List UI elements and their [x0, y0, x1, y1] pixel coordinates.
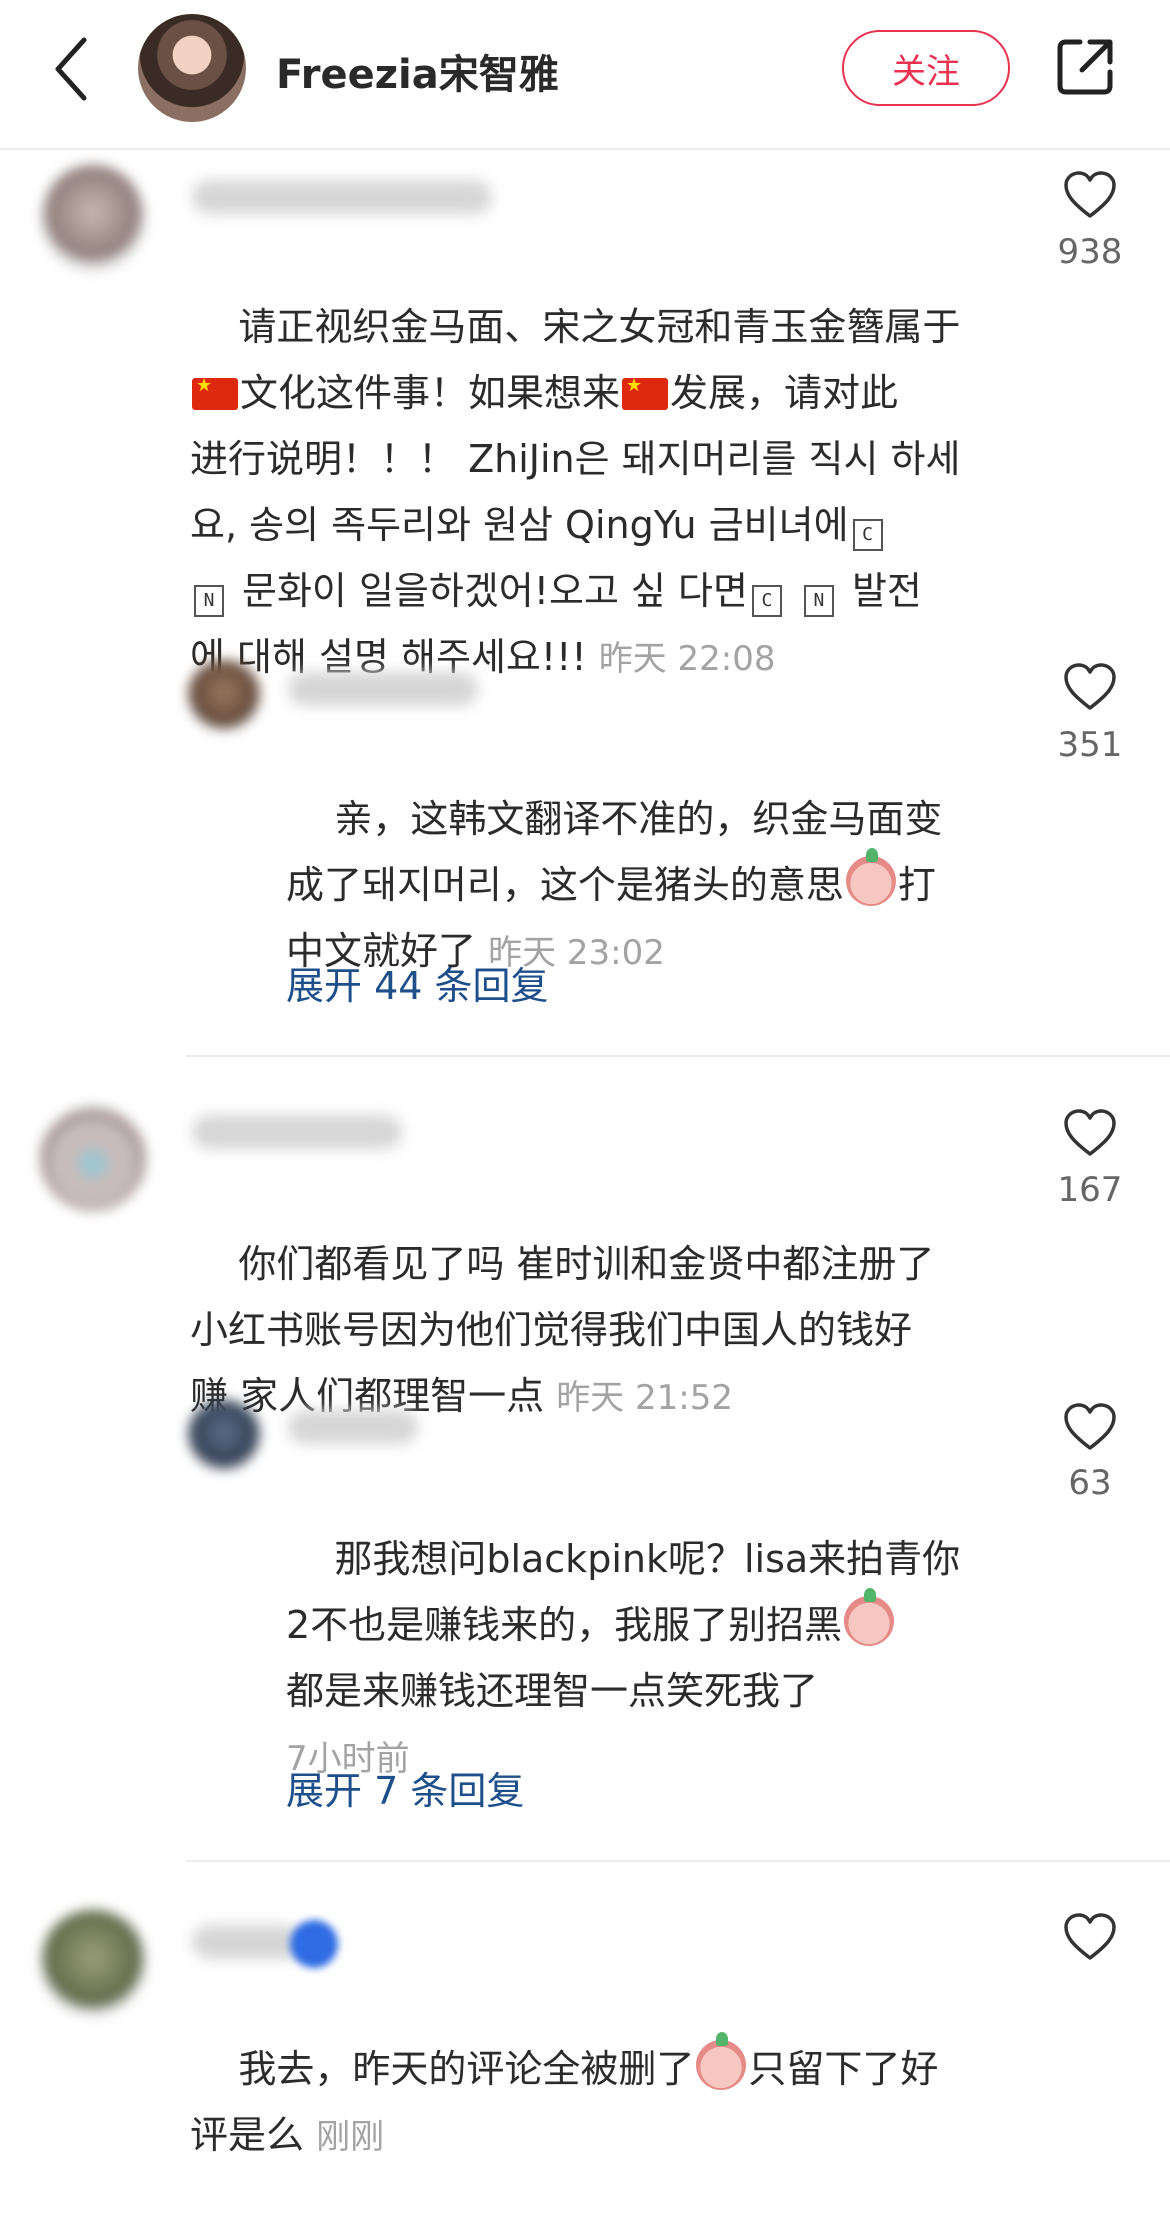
comment-time: 昨天 22:08	[598, 639, 776, 679]
comment-line: 请正视织金马面、宋之女冠和青玉金簪属于	[238, 305, 961, 349]
box-c-glyph-icon: C	[751, 585, 782, 617]
peach-emoji-icon	[696, 2032, 747, 2090]
commenter-avatar[interactable]	[40, 1910, 146, 2016]
heart-icon[interactable]	[1063, 662, 1117, 712]
back-arrow-icon[interactable]	[52, 34, 92, 104]
heart-icon[interactable]	[1063, 1108, 1117, 1158]
comment-time: 昨天 21:52	[556, 1378, 733, 1418]
author-name[interactable]: Freezia宋智雅	[276, 42, 559, 100]
heart-icon[interactable]	[1063, 170, 1117, 220]
like-count: 351	[1057, 725, 1123, 765]
reply-avatar[interactable]	[188, 660, 260, 732]
comment-line: 文化这件事！如果想来	[240, 371, 621, 415]
reply-line: 打	[897, 863, 936, 907]
author-avatar[interactable]	[138, 14, 246, 122]
heart-icon[interactable]	[1063, 1402, 1117, 1452]
like-count: 938	[1057, 232, 1123, 272]
comment-divider	[186, 1860, 1170, 1862]
box-n-glyph-icon: N	[803, 585, 834, 617]
reply-line: 都是来赚钱还理智一点笑死我了	[286, 1669, 819, 1713]
like-count: 63	[1068, 1463, 1112, 1503]
comment-text: 我去，昨天的评论全被删了 只留下了好评是么 刚刚	[190, 1970, 1020, 2236]
heart-icon[interactable]	[1063, 1912, 1117, 1962]
reply-line: 那我想问blackpink呢？lisa来拍青你	[334, 1537, 961, 1581]
expand-replies-link[interactable]: 展开 7 条回复	[286, 1760, 524, 1815]
share-icon[interactable]	[1054, 36, 1116, 98]
comment-time: 刚刚	[316, 2117, 385, 2157]
reply-avatar[interactable]	[188, 1400, 260, 1472]
comment-text: 你们都看见了吗 崔时训和金贤中都注册了 小红书账号因为他们觉得我们中国人的钱好赚 …	[190, 1165, 1020, 1497]
comment-line: 评是么	[190, 2113, 305, 2157]
follow-button[interactable]: 关注	[842, 30, 1010, 106]
reply-line: 成了돼지머리，这个是猪头的意思	[286, 863, 844, 907]
praying-peach-emoji-icon	[844, 1588, 895, 1646]
comment-line: 我去，昨天的评论全被删了	[238, 2047, 695, 2091]
commenter-avatar[interactable]	[40, 165, 146, 271]
crying-peach-emoji-icon	[845, 848, 896, 906]
comment-line: 요, 송의 족두리와 원삼 QingYu 금비녀에	[190, 503, 849, 547]
commenter-name-blurred[interactable]	[192, 180, 492, 214]
box-c-glyph-icon: C	[852, 519, 883, 551]
box-n-glyph-icon: N	[194, 585, 224, 617]
comment-line: 只留下了好	[748, 2047, 939, 2091]
commenter-avatar[interactable]	[40, 1105, 146, 1211]
commenter-name-blurred[interactable]	[192, 1115, 402, 1149]
china-flag-icon	[622, 375, 669, 410]
comment-line: 发展，请对此	[670, 371, 899, 415]
china-flag-icon	[192, 375, 238, 410]
comment-line: 你们都看见了吗 崔时训和金贤中都注册了	[238, 1242, 935, 1286]
comment-line: 进行说明！！！ ZhiJin은 돼지머리를 직시 하세	[190, 437, 961, 481]
commenter-name-blurred[interactable]	[192, 1925, 302, 1959]
reply-name-blurred[interactable]	[288, 1410, 418, 1444]
like-count: 167	[1057, 1170, 1123, 1210]
verified-badge-icon	[290, 1920, 338, 1968]
reply-line: 亲，这韩文翻译不准的，织金马面变	[334, 797, 943, 841]
comment-line: 小红书账号因为他们觉得我们中国人的钱好	[190, 1308, 913, 1352]
comment-line: 문화이 일을하겠어!오고 싶 다면	[242, 569, 748, 613]
comment-divider	[186, 1055, 1170, 1057]
comment-line: 발전	[851, 569, 922, 613]
reply-line: 2不也是赚钱来的，我服了别招黑	[286, 1603, 843, 1647]
expand-replies-link[interactable]: 展开 44 条回复	[286, 955, 549, 1010]
reply-name-blurred[interactable]	[288, 672, 478, 706]
top-bar: Freezia宋智雅 关注	[0, 0, 1170, 150]
